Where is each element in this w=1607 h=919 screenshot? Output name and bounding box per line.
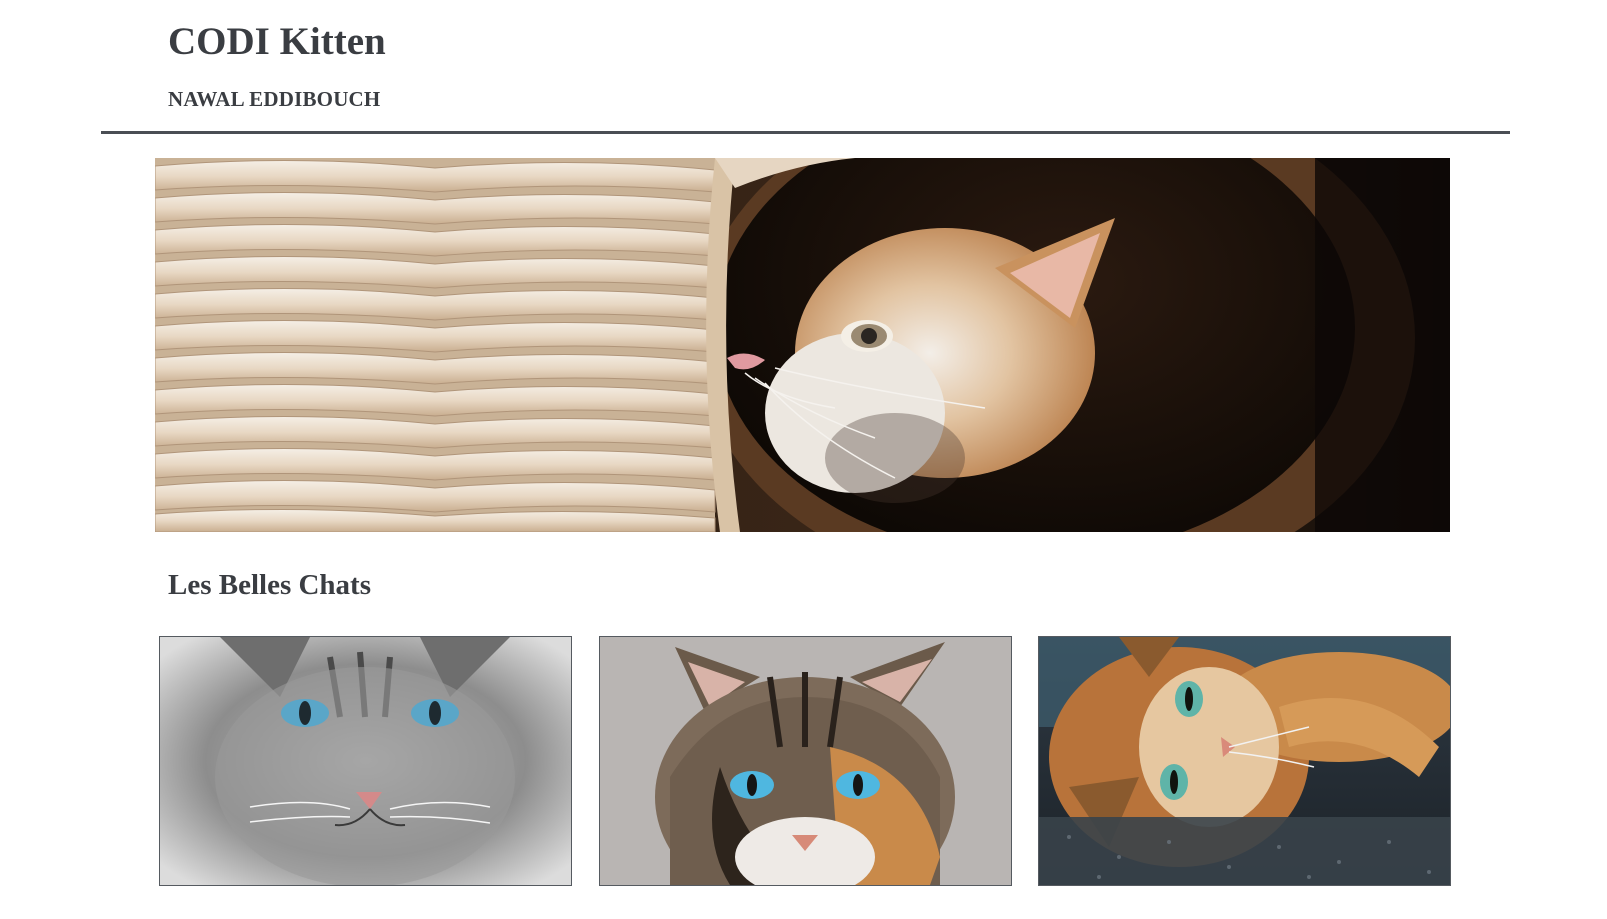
site-title: CODI Kitten (168, 20, 386, 63)
gallery-item-gray-cat (159, 636, 572, 886)
gallery-title: Les Belles Chats (168, 569, 371, 601)
page: CODI Kitten NAWAL EDDIBOUCH Les Belles C… (0, 0, 1607, 919)
gallery-item-calico-cat (599, 636, 1012, 886)
site-header: CODI Kitten NAWAL EDDIBOUCH (0, 0, 1607, 135)
hero-kitten-image (155, 158, 1450, 532)
gray-cat-image (160, 637, 571, 885)
calico-cat-image (600, 637, 1011, 885)
cat-gallery (159, 636, 1453, 888)
orange-cat-image (1039, 637, 1450, 885)
author-name: NAWAL EDDIBOUCH (168, 87, 381, 111)
header-divider (101, 131, 1510, 134)
kitten-in-basket-image (155, 158, 1450, 532)
gallery-item-orange-cat (1038, 636, 1451, 886)
